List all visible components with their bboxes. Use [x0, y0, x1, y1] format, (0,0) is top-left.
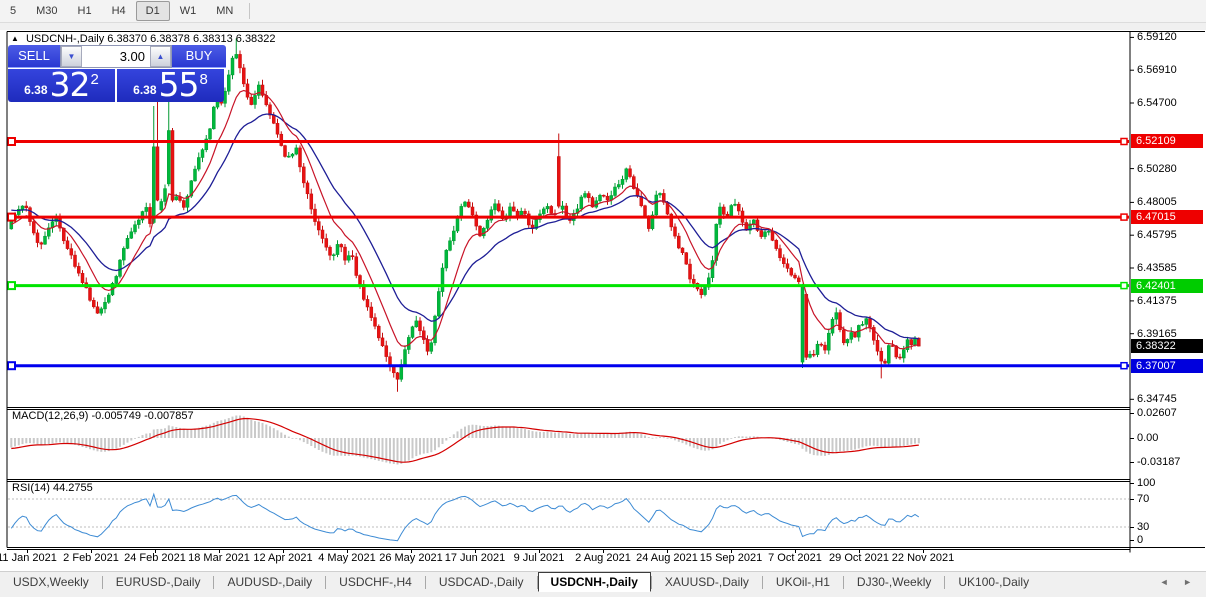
rsi-indicator-label: RSI(14) 44.2755: [12, 482, 93, 494]
hline-right-handle: [1121, 283, 1127, 289]
timeframe-button-d1[interactable]: D1: [136, 1, 170, 21]
y-axis-price-label: 6.50280: [1137, 163, 1177, 175]
collapse-panel-icon[interactable]: ▲: [11, 34, 19, 43]
sell-price[interactable]: 6.38 32 2: [8, 69, 115, 102]
chart-tab-ukoil-h1[interactable]: UKOil-,H1: [763, 573, 843, 591]
buy-price-prefix: 6.38: [133, 83, 156, 97]
hline-price-tag: 6.37007: [1131, 359, 1203, 373]
x-axis-date-label: 24 Aug 2021: [636, 552, 698, 564]
x-axis-date-label: 12 Apr 2021: [253, 552, 312, 564]
chart-symbol-period: USDCNH-,Daily: [26, 33, 104, 45]
y-axis-price-label: 6.41375: [1137, 295, 1177, 307]
buy-price-pip: 8: [200, 71, 208, 88]
macd-name: MACD(12,26,9): [12, 410, 88, 422]
chart-tab-xauusd-daily[interactable]: XAUUSD-,Daily: [652, 573, 762, 591]
chart-tab-uk100-daily[interactable]: UK100-,Daily: [945, 573, 1042, 591]
hline-left-handle: [8, 282, 15, 289]
one-click-trade-panel: SELL ▼ ▲ BUY 6.38 32 2 6.38 55 8: [8, 45, 226, 102]
ohlc-low: 6.38313: [193, 33, 233, 45]
chart-tab-audusd-daily[interactable]: AUDUSD-,Daily: [214, 573, 325, 591]
timeframe-button-w1[interactable]: W1: [170, 1, 207, 21]
hline-right-handle: [1121, 363, 1127, 369]
x-axis-date-label: 2 Aug 2021: [575, 552, 631, 564]
chart-title: ▲ USDCNH-,Daily 6.38370 6.38378 6.38313 …: [11, 33, 276, 45]
macd-axis-label: -0.03187: [1137, 456, 1180, 468]
hline-left-handle: [8, 362, 15, 369]
x-axis-date-label: 7 Oct 2021: [768, 552, 822, 564]
x-axis-date-label: 9 Jul 2021: [514, 552, 565, 564]
y-axis-price-label: 6.43585: [1137, 262, 1177, 274]
sell-price-prefix: 6.38: [24, 83, 47, 97]
chart-background: [0, 30, 1206, 571]
current-price-tag: 6.38322: [1131, 339, 1203, 353]
hline-right-handle: [1121, 214, 1127, 220]
buy-price[interactable]: 6.38 55 8: [117, 69, 224, 102]
macd-indicator-label: MACD(12,26,9) -0.005749 -0.007857: [12, 410, 194, 422]
hline-left-handle: [8, 214, 15, 221]
timeframe-button-h1[interactable]: H1: [68, 1, 102, 21]
ohlc-close: 6.38322: [236, 33, 276, 45]
sell-price-main: 32: [50, 70, 90, 100]
y-axis-price-label: 6.54700: [1137, 97, 1177, 109]
x-axis-date-label: 18 Mar 2021: [188, 552, 250, 564]
timeframe-button-5[interactable]: 5: [0, 1, 26, 21]
chart-tab-usdchf-h4[interactable]: USDCHF-,H4: [326, 573, 425, 591]
rsi-axis-label: 100: [1137, 477, 1155, 489]
x-axis-date-label: 24 Feb 2021: [124, 552, 186, 564]
x-axis-date-label: 22 Nov 2021: [892, 552, 954, 564]
timeframe-button-h4[interactable]: H4: [102, 1, 136, 21]
hline-price-tag: 6.52109: [1131, 134, 1203, 148]
rsi-name: RSI(14): [12, 482, 50, 494]
rsi-value: 44.2755: [53, 482, 93, 494]
rsi-axis-label: 0: [1137, 534, 1143, 546]
chart-tab-dj30-weekly[interactable]: DJ30-,Weekly: [844, 573, 944, 591]
timeframe-button-mn[interactable]: MN: [206, 1, 243, 21]
rsi-axis-label: 30: [1137, 521, 1149, 533]
volume-input[interactable]: [82, 46, 150, 67]
x-axis-date-label: 26 May 2021: [379, 552, 443, 564]
toolbar-separator: [249, 3, 250, 19]
sell-price-pip: 2: [91, 71, 99, 88]
chart-tab-eurusd-daily[interactable]: EURUSD-,Daily: [103, 573, 214, 591]
timeframe-button-m30[interactable]: M30: [26, 1, 67, 21]
chart-tab-usdcad-daily[interactable]: USDCAD-,Daily: [426, 573, 537, 591]
chart-tab-usdx-weekly[interactable]: USDX,Weekly: [0, 573, 102, 591]
x-axis-date-label: 29 Oct 2021: [829, 552, 889, 564]
chart-tab-bar: USDX,WeeklyEURUSD-,DailyAUDUSD-,DailyUSD…: [0, 571, 1206, 592]
hline-price-tag: 6.47015: [1131, 210, 1203, 224]
tab-scroll-arrows[interactable]: ◄ ►: [1160, 577, 1198, 587]
x-axis-date-label: 2 Feb 2021: [63, 552, 119, 564]
ohlc-open: 6.38370: [107, 33, 147, 45]
x-axis-date-label: 15 Sep 2021: [700, 552, 762, 564]
macd-axis-label: 0.02607: [1137, 407, 1177, 419]
y-axis-price-label: 6.45795: [1137, 229, 1177, 241]
x-axis-date-label: 11 Jan 2021: [0, 552, 57, 564]
y-axis-price-label: 6.59120: [1137, 31, 1177, 43]
hline-left-handle: [8, 138, 15, 145]
hline-price-tag: 6.42401: [1131, 279, 1203, 293]
ohlc-high: 6.38378: [150, 33, 190, 45]
y-axis-price-label: 6.48005: [1137, 196, 1177, 208]
volume-decrease-icon[interactable]: ▼: [61, 46, 82, 67]
timeframe-toolbar: 5M30H1H4D1W1MN: [0, 0, 1206, 23]
macd-axis-label: 0.00: [1137, 432, 1158, 444]
volume-increase-icon[interactable]: ▲: [150, 46, 171, 67]
rsi-axis-label: 70: [1137, 493, 1149, 505]
x-axis-date-label: 17 Jun 2021: [445, 552, 506, 564]
x-axis-date-label: 4 May 2021: [318, 552, 375, 564]
y-axis-price-label: 6.34745: [1137, 393, 1177, 405]
y-axis-price-label: 6.56910: [1137, 64, 1177, 76]
buy-price-main: 55: [159, 70, 199, 100]
chart-tab-usdcnh-daily[interactable]: USDCNH-,Daily: [538, 572, 651, 592]
macd-values: -0.005749 -0.007857: [91, 410, 193, 422]
hline-right-handle: [1121, 139, 1127, 145]
